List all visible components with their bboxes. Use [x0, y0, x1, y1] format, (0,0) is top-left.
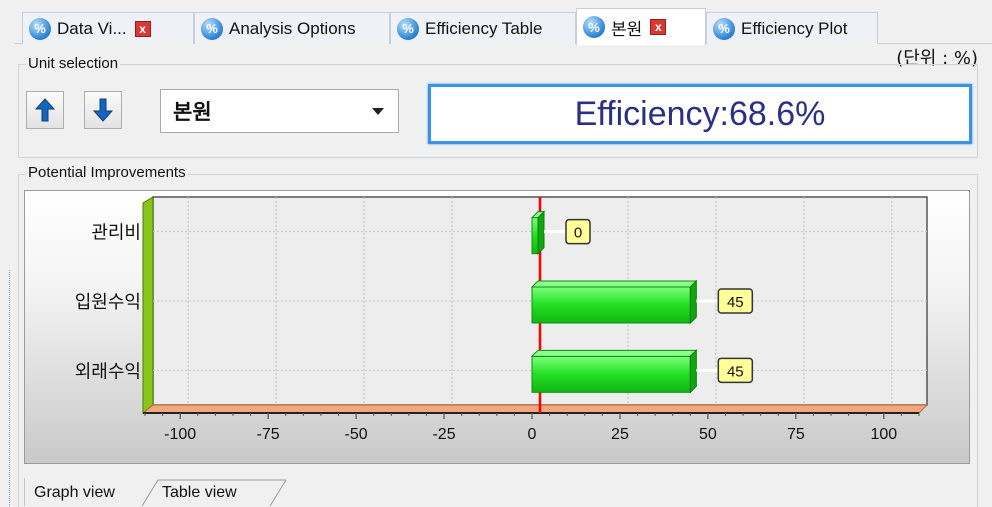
data-label: 0: [574, 225, 582, 242]
tab-data-view[interactable]: % Data Vi... x: [22, 12, 194, 44]
x-tick-label: 100: [870, 426, 897, 443]
tab-analysis-options[interactable]: % Analysis Options: [194, 12, 390, 44]
app-window: % Data Vi... x % Analysis Options % Effi…: [0, 0, 992, 507]
percent-icon: %: [29, 17, 51, 40]
x-tick-label: 75: [787, 426, 805, 443]
splitter-edge[interactable]: [0, 270, 10, 507]
x-tick-label: -50: [345, 426, 368, 443]
x-tick-label: 25: [611, 426, 629, 443]
bar: [531, 217, 539, 255]
category-label: 입원수익: [75, 292, 141, 313]
x-tick-label: 0: [528, 426, 537, 443]
data-label: 45: [727, 363, 744, 380]
tab-label: Efficiency Plot: [741, 18, 848, 38]
improvement-chart: -100 -75 -50 -25 0 25 50 75 100 관리비입원수익외래수익 0 45 45: [75, 196, 929, 443]
bar-side: [537, 210, 545, 255]
potential-improvements-title: Potential Improvements: [26, 164, 188, 181]
bar-top: [530, 349, 698, 357]
bar: [531, 355, 691, 393]
tab-efficiency-plot[interactable]: % Efficiency Plot: [706, 12, 878, 44]
close-icon[interactable]: x: [650, 19, 667, 35]
category-label: 외래수익: [75, 361, 141, 382]
x-tick-label: -25: [432, 426, 455, 443]
bar-side: [689, 279, 697, 325]
close-icon[interactable]: x: [134, 20, 151, 37]
x-tick-label: -100: [164, 426, 196, 443]
tab-efficiency-table[interactable]: % Efficiency Table: [390, 12, 576, 44]
percent-icon: %: [713, 17, 735, 40]
arrow-down-icon: [93, 98, 113, 122]
tab-label: Data Vi...: [57, 18, 127, 38]
document-tab-strip: % Data Vi... x % Analysis Options % Effi…: [14, 8, 992, 45]
efficiency-value: Efficiency:68.6%: [574, 94, 826, 133]
tab-label: 본원: [611, 19, 643, 40]
unit-selection-title: Unit selection: [26, 55, 121, 72]
tab-graph-view[interactable]: Graph view: [34, 478, 115, 507]
data-label: 45: [727, 294, 744, 311]
bar: [531, 286, 691, 324]
category-label: 관리비: [91, 223, 141, 244]
tab-bonwon[interactable]: % 본원 x: [576, 8, 706, 45]
view-tabs: Graph view Table view: [24, 478, 324, 507]
move-down-button[interactable]: [84, 91, 122, 129]
floor: [141, 404, 929, 414]
bar-side: [689, 349, 697, 394]
percent-icon: %: [397, 17, 419, 40]
chevron-down-icon: [372, 107, 384, 115]
efficiency-display: Efficiency:68.6%: [428, 84, 972, 144]
unit-select-value: 본원: [173, 100, 212, 124]
improvement-chart-panel: -100 -75 -50 -25 0 25 50 75 100 관리비입원수익외래수익 0 45 45: [24, 190, 970, 464]
tab-label: Analysis Options: [229, 18, 356, 38]
unit-select[interactable]: 본원: [160, 89, 399, 133]
move-up-button[interactable]: [26, 91, 64, 129]
percent-icon: %: [583, 16, 605, 38]
bar-top: [530, 280, 698, 288]
tab-label: Efficiency Table: [425, 18, 543, 38]
x-tick-label: -75: [257, 426, 280, 443]
tab-table-view[interactable]: Table view: [162, 478, 237, 507]
arrow-up-icon: [35, 98, 55, 122]
x-tick-label: 50: [699, 426, 717, 443]
percent-icon: %: [201, 17, 223, 40]
left-wall: [142, 196, 154, 415]
